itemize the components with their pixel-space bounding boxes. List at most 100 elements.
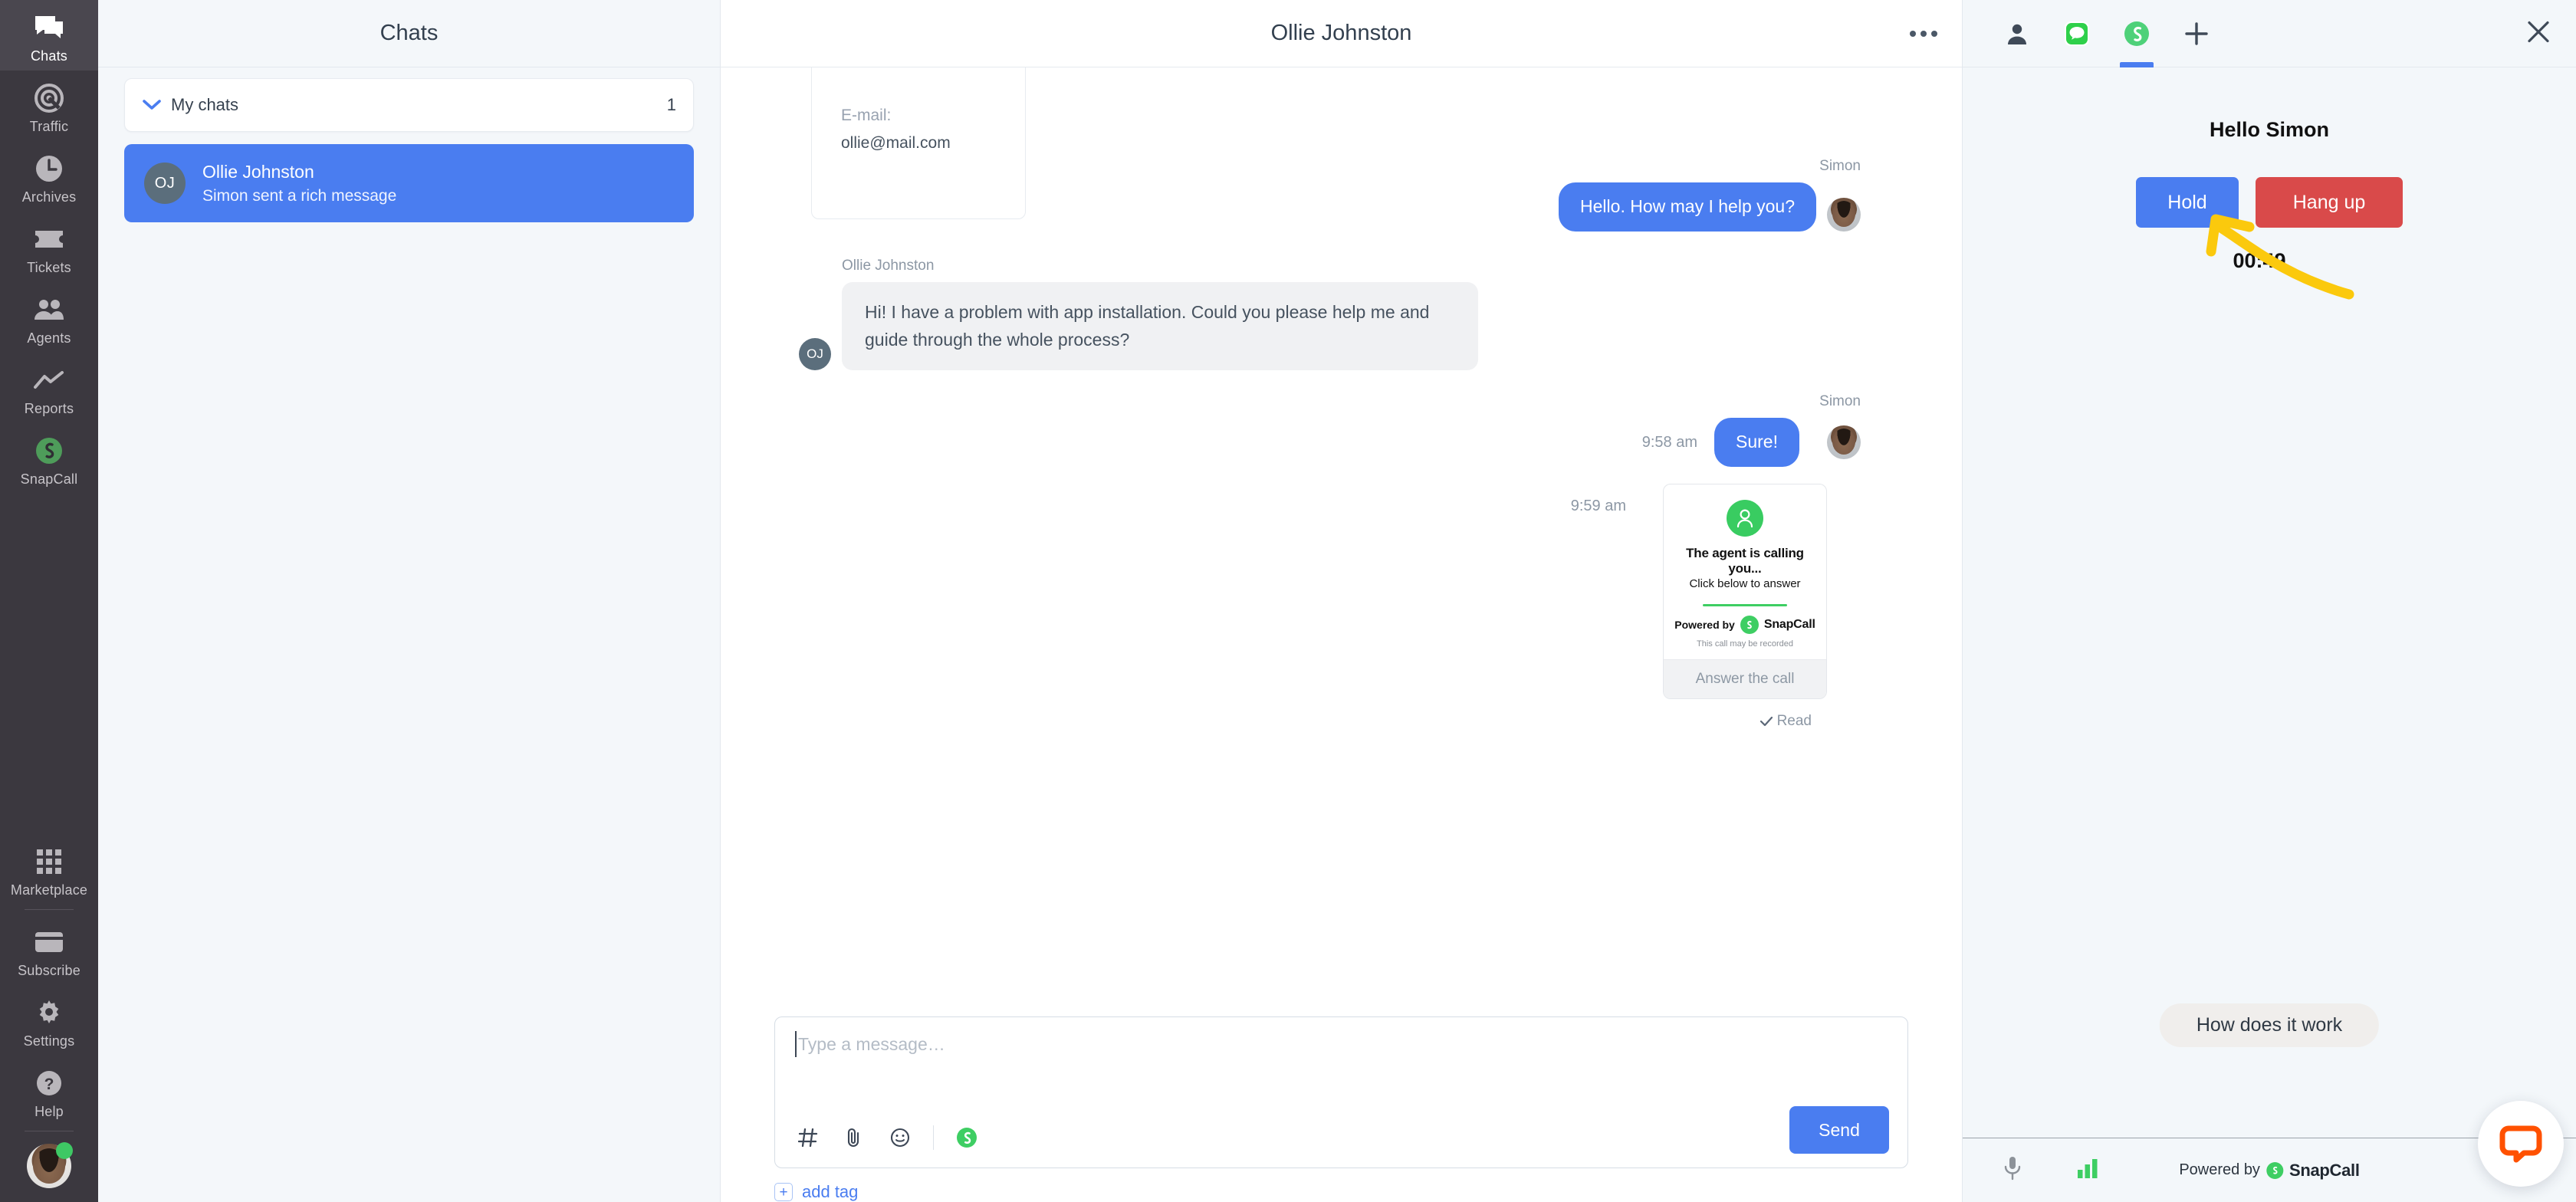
rich-card-timestamp: 9:59 am bbox=[1570, 498, 1626, 515]
snapcall-icon bbox=[32, 434, 66, 468]
divider bbox=[1703, 604, 1787, 607]
read-receipt-label: Read bbox=[1776, 713, 1812, 730]
search-caret-wrap: Type a message… bbox=[795, 1031, 1888, 1057]
sidebar-item-traffic[interactable]: Traffic bbox=[0, 71, 98, 141]
sidebar-item-label: Help bbox=[34, 1104, 64, 1119]
snapcall-card-powered: Powered by SnapCall bbox=[1671, 616, 1819, 635]
sidebar-item-snapcall[interactable]: SnapCall bbox=[0, 423, 98, 494]
tickets-icon bbox=[32, 222, 66, 256]
agents-icon bbox=[32, 293, 66, 327]
sidebar-item-reports[interactable]: Reports bbox=[0, 353, 98, 423]
message-group-incoming-1: Ollie Johnston OJ Hi! I have a problem w… bbox=[774, 258, 1908, 371]
archives-icon bbox=[32, 152, 66, 186]
sidebar-item-label: Subscribe bbox=[18, 963, 80, 978]
attachment-icon[interactable] bbox=[841, 1125, 867, 1151]
sidebar-item-label: Traffic bbox=[29, 119, 69, 134]
tab-add[interactable] bbox=[2179, 0, 2214, 67]
avatar-face bbox=[1832, 200, 1855, 227]
add-tag-bar: + add tag bbox=[721, 1168, 1962, 1202]
answer-call-button[interactable]: Answer the call bbox=[1664, 659, 1826, 699]
page-title: Chats bbox=[380, 21, 439, 45]
message-timestamp: 9:58 am bbox=[1641, 433, 1698, 451]
message-composer[interactable]: Type a message… Send bbox=[774, 1016, 1908, 1168]
signal-bars-icon bbox=[2076, 1157, 2099, 1184]
message-row: 9:58 am Sure! bbox=[774, 418, 1861, 468]
person-icon bbox=[2008, 24, 2026, 44]
call-greeting: Hello Simon bbox=[2209, 118, 2329, 141]
plus-icon[interactable]: + bbox=[774, 1183, 793, 1201]
list-item[interactable]: OJ Ollie Johnston Simon sent a rich mess… bbox=[124, 144, 694, 222]
hangup-button[interactable]: Hang up bbox=[2256, 177, 2403, 228]
chats-header: Chats bbox=[98, 0, 720, 67]
conversation-panel: Ollie Johnston E-mail: ollie@mail.com Si… bbox=[721, 0, 1963, 1202]
list-item-preview: Simon sent a rich message bbox=[202, 186, 397, 205]
sidebar-item-settings[interactable]: Settings bbox=[0, 985, 98, 1056]
messages-icon bbox=[2065, 21, 2089, 46]
gear-icon bbox=[32, 996, 66, 1030]
message-sender: Simon bbox=[1819, 393, 1861, 410]
how-does-it-work-chip[interactable]: How does it work bbox=[2159, 1003, 2380, 1047]
snapcall-brand: SnapCall bbox=[2288, 1160, 2360, 1180]
avatar-face bbox=[1832, 429, 1855, 455]
message-sender: Simon bbox=[1819, 158, 1861, 174]
message-sender: Ollie Johnston bbox=[842, 257, 935, 274]
more-options-icon[interactable] bbox=[1910, 30, 1937, 37]
hash-icon[interactable] bbox=[795, 1125, 821, 1151]
sidebar-item-tickets[interactable]: Tickets bbox=[0, 212, 98, 282]
active-tab-indicator bbox=[2120, 61, 2154, 67]
call-action-buttons: Hold Hang up bbox=[1963, 177, 2576, 228]
snapcall-icon[interactable] bbox=[954, 1125, 980, 1151]
recording-note: This call may be recorded bbox=[1697, 639, 1793, 649]
chats-body: My chats 1 OJ Ollie Johnston Simon sent … bbox=[98, 67, 720, 222]
tab-messages[interactable] bbox=[2059, 0, 2095, 67]
message-input-placeholder[interactable]: Type a message… bbox=[798, 1034, 945, 1054]
avatar[interactable] bbox=[27, 1142, 73, 1188]
sidebar-item-help[interactable]: ? Help bbox=[0, 1056, 98, 1126]
tab-customer-details[interactable] bbox=[1999, 0, 2035, 67]
add-tag-button[interactable]: add tag bbox=[802, 1182, 858, 1202]
chevron-down-icon[interactable] bbox=[142, 95, 162, 115]
message-row: OJ Hi! I have a problem with app install… bbox=[799, 281, 1908, 371]
composer-wrapper: Type a message… Send bbox=[721, 1016, 1962, 1168]
list-item-text: Ollie Johnston Simon sent a rich message bbox=[202, 162, 396, 205]
message-bubble: Hi! I have a problem with app installati… bbox=[842, 281, 1478, 371]
avatar: OJ bbox=[799, 338, 831, 371]
microphone-icon[interactable] bbox=[2003, 1155, 2022, 1185]
primary-nav-rail: Chats Traffic Archives Tickets Agents Re… bbox=[0, 0, 98, 1202]
conversation-header: Ollie Johnston bbox=[721, 0, 1962, 67]
message-bubble: Hello. How may I help you? bbox=[1559, 182, 1816, 232]
avatar bbox=[1827, 197, 1861, 232]
livechat-bubble-icon[interactable] bbox=[2478, 1101, 2564, 1187]
status-badge bbox=[56, 1142, 73, 1159]
sidebar-item-label: Marketplace bbox=[10, 882, 88, 898]
snapcall-card-headline: The agent is calling you... bbox=[1686, 546, 1804, 576]
message-bubble: Sure! bbox=[1714, 418, 1799, 468]
powered-by-label: Powered by bbox=[2179, 1161, 2260, 1178]
sidebar-item-archives[interactable]: Archives bbox=[0, 141, 98, 212]
message-sender-row: Ollie Johnston bbox=[799, 258, 1908, 274]
snapcall-card-subtext: Click below to answer bbox=[1689, 577, 1801, 591]
emoji-icon[interactable] bbox=[887, 1125, 913, 1151]
close-icon[interactable] bbox=[2525, 18, 2551, 48]
side-panel-tabs bbox=[1963, 0, 2576, 67]
grid-icon bbox=[32, 845, 66, 879]
chat-group-my-chats[interactable]: My chats 1 bbox=[124, 78, 694, 132]
send-button[interactable]: Send bbox=[1789, 1106, 1889, 1154]
message-group-outgoing-2: Simon 9:58 am Sure! bbox=[774, 393, 1908, 468]
hold-button[interactable]: Hold bbox=[2136, 177, 2239, 228]
list-item-name: Ollie Johnston bbox=[202, 161, 314, 182]
svg-text:?: ? bbox=[44, 1076, 54, 1093]
snapcall-icon bbox=[1740, 616, 1759, 635]
sidebar-item-label: Tickets bbox=[27, 260, 71, 275]
snapcall-icon bbox=[2124, 21, 2149, 46]
sidebar-item-label: Archives bbox=[21, 189, 77, 205]
sidebar-item-agents[interactable]: Agents bbox=[0, 282, 98, 353]
avatar: OJ bbox=[144, 163, 186, 204]
sidebar-item-marketplace[interactable]: Marketplace bbox=[0, 834, 98, 905]
tab-snapcall[interactable] bbox=[2119, 0, 2154, 67]
sidebar-item-subscribe[interactable]: Subscribe bbox=[0, 915, 98, 985]
text-caret bbox=[795, 1031, 797, 1057]
sidebar-item-chats[interactable]: Chats bbox=[0, 0, 98, 71]
rail-divider bbox=[25, 909, 74, 910]
message-sender-row: Simon bbox=[774, 393, 1861, 410]
